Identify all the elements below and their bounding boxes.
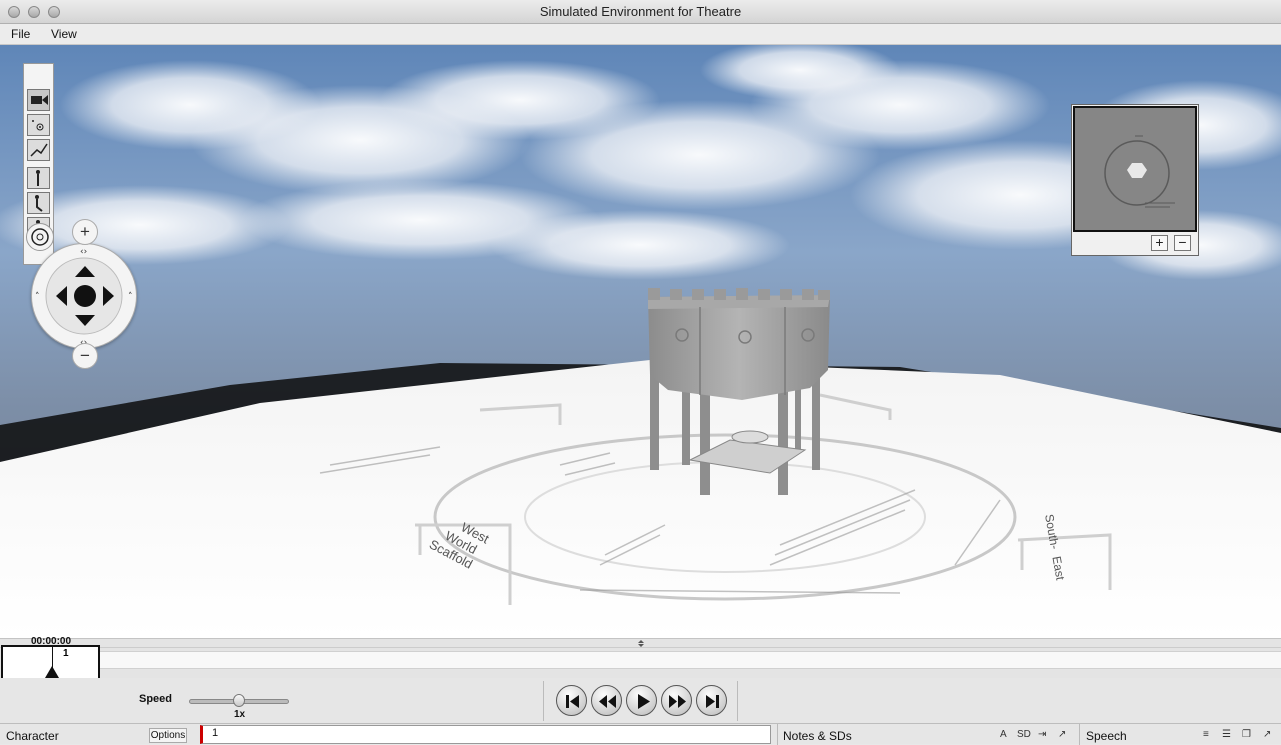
step-back-button[interactable]	[556, 685, 587, 716]
menu-bar: File View	[0, 24, 1281, 45]
notes-expand-icon[interactable]: ↗	[1058, 729, 1066, 740]
play-icon	[638, 694, 650, 709]
frame-field[interactable]: 1	[200, 725, 771, 744]
timeline-track[interactable]	[100, 651, 1281, 669]
window-title: Simulated Environment for Theatre	[539, 4, 742, 19]
step-forward-icon	[706, 695, 719, 708]
speed-slider-thumb[interactable]	[233, 694, 245, 707]
notes-label: Notes & SDs	[783, 729, 852, 743]
speech-label: Speech	[1086, 729, 1127, 743]
camera-tool-button[interactable]	[27, 89, 50, 111]
frame-number: 1	[63, 648, 69, 659]
minimap-stage-plan	[1104, 135, 1175, 208]
timeline: 00:00:00 1	[0, 636, 1281, 680]
transport-controls	[543, 681, 738, 721]
orbit-button[interactable]	[26, 223, 54, 251]
path-tool-button[interactable]	[27, 139, 50, 161]
menu-file[interactable]: File	[11, 27, 30, 41]
status-bar: Character Options 1 Notes & SDs A SD ⇥ ↗…	[0, 723, 1281, 745]
speed-value: 1x	[234, 709, 246, 720]
center-view-icon	[74, 285, 96, 307]
step-back-icon	[566, 695, 579, 708]
3d-viewport[interactable]: West World Scaffold South- East ‹› ˄ ˄ +…	[0, 45, 1281, 638]
play-button[interactable]	[626, 685, 657, 716]
svg-text:‹›: ‹›	[80, 247, 87, 257]
notes-sd-button[interactable]: SD	[1017, 729, 1031, 740]
speed-label: Speed	[139, 693, 173, 705]
playback-controls: Speed 1x	[0, 678, 1281, 723]
actor-tool-button[interactable]	[27, 167, 50, 189]
target-point-icon	[32, 120, 44, 131]
navigation-wheel[interactable]: ‹› ‹› ˄ ˄	[31, 243, 137, 349]
notes-indent-icon[interactable]: ⇥	[1038, 729, 1046, 740]
figure-icon	[36, 170, 40, 186]
camera-icon	[31, 95, 48, 105]
speech-window-icon[interactable]: ❐	[1242, 729, 1251, 740]
frame-field-value: 1	[212, 727, 219, 739]
zoom-in-button[interactable]: +	[72, 219, 98, 245]
character-label: Character	[6, 729, 59, 743]
options-button[interactable]: Options	[149, 728, 187, 743]
speech-list-icon[interactable]: ≡	[1203, 729, 1209, 740]
navigation-arrows: ‹› ‹› ˄ ˄	[35, 247, 133, 348]
timeline-current-segment[interactable]: 1	[1, 645, 100, 680]
path-icon	[30, 143, 48, 157]
splitter-handle[interactable]	[0, 639, 1281, 648]
minimap-view[interactable]	[1073, 106, 1197, 232]
minimap-zoom-out-button[interactable]: −	[1174, 235, 1191, 251]
speech-expand-icon[interactable]: ↗	[1263, 729, 1271, 740]
rewind-button[interactable]	[591, 685, 622, 716]
speech-menu-icon[interactable]: ☰	[1222, 729, 1231, 740]
notes-a-button[interactable]: A	[1000, 729, 1007, 740]
rewind-icon	[599, 695, 616, 708]
svg-text:˄: ˄	[128, 292, 133, 302]
actor-walk-tool-button[interactable]	[27, 192, 50, 214]
step-forward-button[interactable]	[696, 685, 727, 716]
walking-figure-icon	[35, 195, 43, 212]
point-tool-button[interactable]	[27, 114, 50, 136]
fast-forward-icon	[669, 695, 686, 708]
playhead-icon[interactable]	[45, 666, 59, 678]
minimap-zoom-in-button[interactable]: +	[1151, 235, 1168, 251]
fast-forward-button[interactable]	[661, 685, 692, 716]
orbit-icon	[31, 228, 49, 246]
resize-handle-icon	[638, 640, 644, 647]
minimap-panel: + −	[1071, 104, 1199, 256]
zoom-out-button[interactable]: −	[72, 343, 98, 369]
menu-view[interactable]: View	[51, 27, 77, 41]
svg-text:˄: ˄	[35, 292, 40, 302]
window-titlebar: Simulated Environment for Theatre	[0, 0, 1281, 24]
